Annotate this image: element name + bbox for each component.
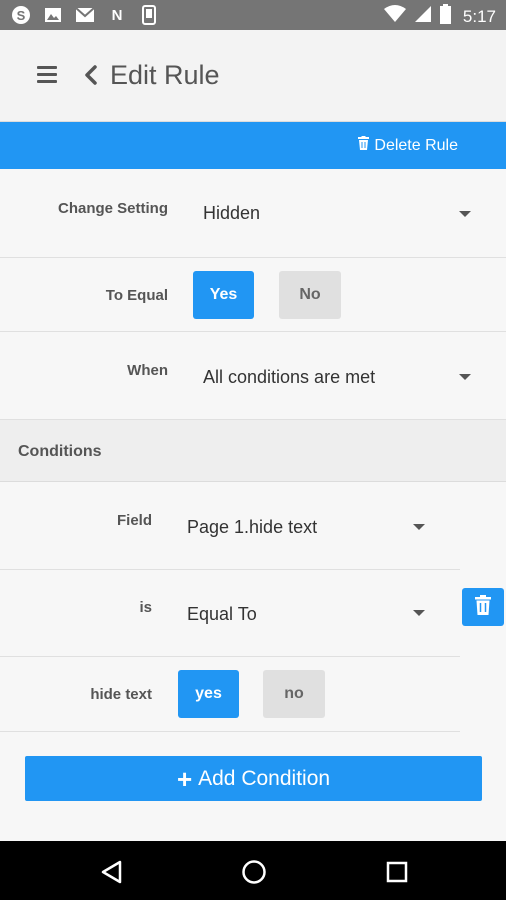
skype-icon: S	[10, 5, 32, 25]
delete-rule-button[interactable]: Delete Rule	[357, 136, 458, 155]
recents-square-icon[interactable]	[384, 859, 410, 885]
yes-button[interactable]: Yes	[193, 271, 254, 319]
conditions-title: Conditions	[18, 443, 102, 460]
svg-text:S: S	[17, 8, 26, 23]
field-label: Field	[116, 512, 152, 529]
is-select[interactable]: Equal To	[187, 604, 257, 625]
no-button[interactable]: No	[279, 271, 341, 319]
page-title: Edit Rule	[110, 60, 220, 90]
phone-device-icon	[138, 5, 160, 25]
status-bar: S N 5:17	[0, 0, 506, 30]
chevron-down-icon[interactable]	[459, 374, 471, 380]
to-equal-row: To Equal Yes No	[0, 258, 506, 332]
menu-icon[interactable]	[37, 66, 57, 83]
home-circle-icon[interactable]	[241, 859, 267, 885]
signal-icon	[414, 5, 432, 28]
condition-yes-button[interactable]: yes	[178, 670, 239, 718]
add-condition-button[interactable]: + Add Condition	[25, 756, 482, 801]
app-bar: Edit Rule	[0, 30, 506, 122]
condition-is-row: is Equal To	[0, 570, 460, 657]
chevron-down-icon[interactable]	[413, 610, 425, 616]
trash-icon	[475, 594, 491, 620]
clock-time: 5:17	[462, 6, 496, 26]
delete-rule-label: Delete Rule	[374, 136, 458, 154]
change-setting-row: Change Setting Hidden	[0, 169, 506, 258]
conditions-header: Conditions	[0, 420, 506, 482]
when-label: When	[127, 362, 168, 379]
to-equal-label: To Equal	[105, 287, 168, 304]
navigation-bar	[0, 841, 506, 900]
condition-value-row: hide text yes no	[0, 657, 460, 732]
chevron-down-icon[interactable]	[459, 211, 471, 217]
is-label: is	[139, 599, 152, 616]
condition-no-button[interactable]: no	[263, 670, 325, 718]
wifi-icon	[383, 5, 406, 28]
change-setting-label: Change Setting	[57, 200, 168, 217]
notification-icons: S N	[10, 5, 160, 25]
change-setting-select[interactable]: Hidden	[203, 203, 260, 224]
battery-icon	[439, 4, 451, 29]
action-bar: Delete Rule	[0, 122, 506, 169]
delete-condition-button[interactable]	[462, 588, 504, 626]
plus-icon: +	[176, 763, 193, 794]
back-triangle-icon[interactable]	[99, 859, 125, 885]
trash-icon	[357, 136, 370, 155]
when-row: When All conditions are met	[0, 332, 506, 420]
gmail-icon	[74, 5, 96, 25]
condition-field-row: Field Page 1.hide text	[0, 482, 460, 570]
image-icon	[42, 5, 64, 25]
hide-text-label: hide text	[90, 686, 152, 703]
add-condition-label: Add Condition	[198, 766, 331, 790]
when-select[interactable]: All conditions are met	[203, 367, 375, 388]
field-select[interactable]: Page 1.hide text	[187, 517, 317, 538]
n-app-icon: N	[111, 6, 123, 24]
chevron-down-icon[interactable]	[413, 524, 425, 530]
system-icons: 5:17	[383, 4, 496, 29]
back-chevron-icon[interactable]	[82, 63, 100, 87]
